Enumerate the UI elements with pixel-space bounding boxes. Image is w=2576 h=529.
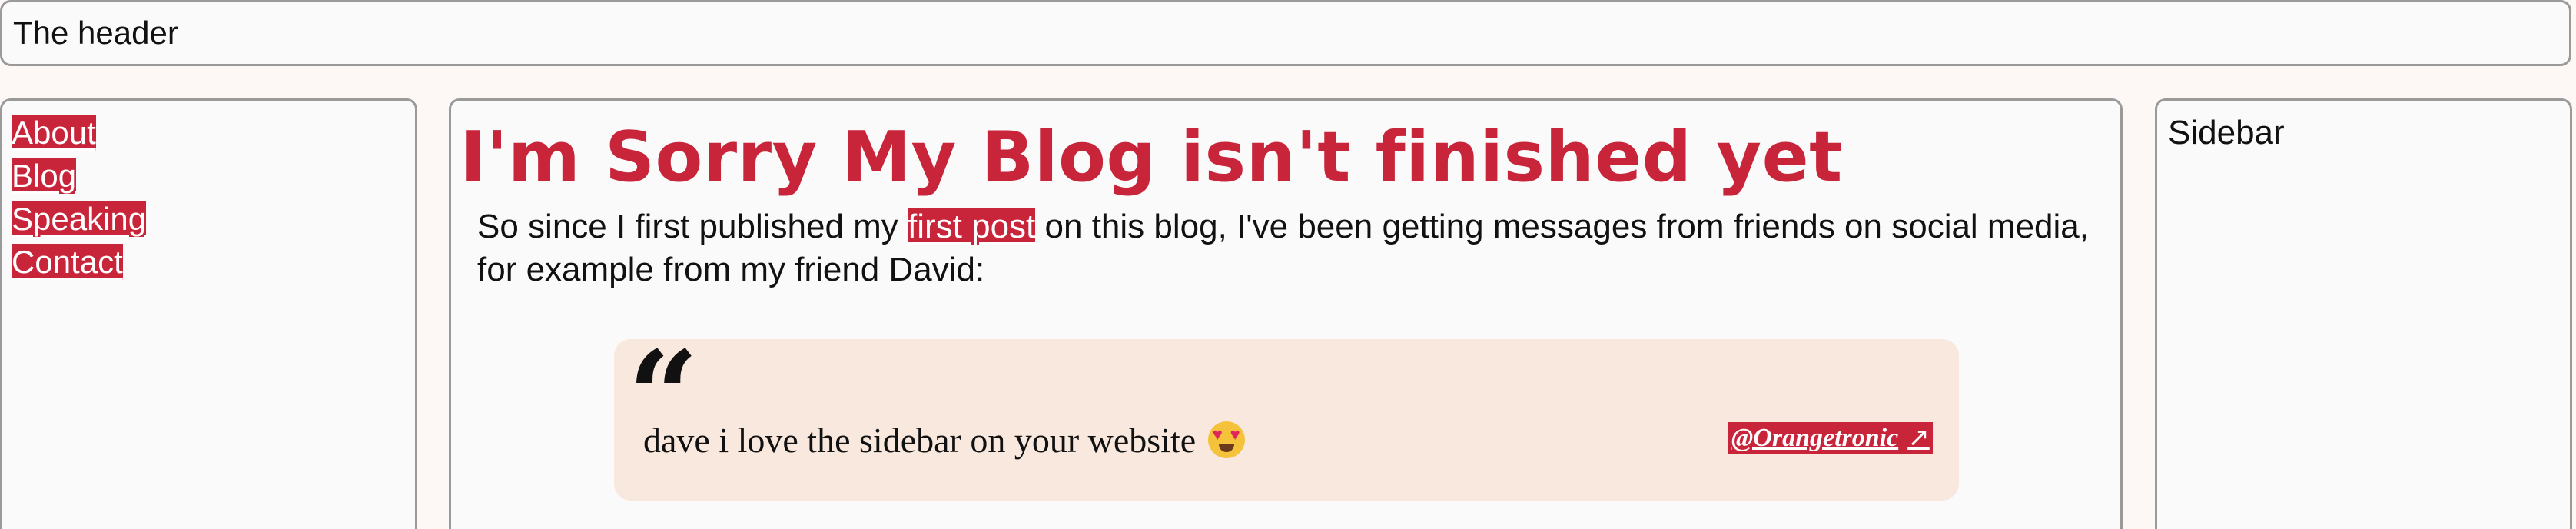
post-intro: So since I first published my first post… xyxy=(477,205,2091,291)
heart-eyes-emoji-icon xyxy=(1207,421,1245,458)
nav-item-contact: Contact xyxy=(12,241,146,284)
external-link-icon: ↗ xyxy=(1907,424,1930,452)
nav-list: About Blog Speaking Contact xyxy=(12,111,147,284)
nav-item-speaking: Speaking xyxy=(12,198,147,241)
first-post-link[interactable]: first post xyxy=(908,208,1036,245)
sidebar: Sidebar xyxy=(2155,98,2572,529)
quote-author-handle: @Orangetronic xyxy=(1731,424,1899,452)
nav-link-blog[interactable]: Blog xyxy=(12,158,77,194)
nav-item-blog: Blog xyxy=(12,155,146,198)
quote-author-link[interactable]: @Orangetronic ↗ xyxy=(1728,422,1933,454)
quote-body: dave i love the sidebar on your website xyxy=(643,421,1197,460)
nav-link-contact[interactable]: Contact xyxy=(12,244,123,280)
nav-link-about[interactable]: About xyxy=(12,115,96,151)
tweet-quote: “ dave i love the sidebar on your websit… xyxy=(614,334,1959,501)
nav-item-about: About xyxy=(12,111,146,155)
quote-text: dave i love the sidebar on your website xyxy=(643,419,1245,462)
header: The header xyxy=(0,0,2571,66)
post-title: I'm Sorry My Blog isn't finished yet xyxy=(460,117,1843,198)
intro-text-start: So since I first published my xyxy=(477,208,908,245)
nav-link-speaking[interactable]: Speaking xyxy=(12,201,147,237)
main-content: I'm Sorry My Blog isn't finished yet So … xyxy=(449,98,2123,529)
sidebar-title: Sidebar xyxy=(2168,114,2285,151)
header-title: The header xyxy=(13,15,178,51)
left-nav: About Blog Speaking Contact xyxy=(0,98,417,529)
